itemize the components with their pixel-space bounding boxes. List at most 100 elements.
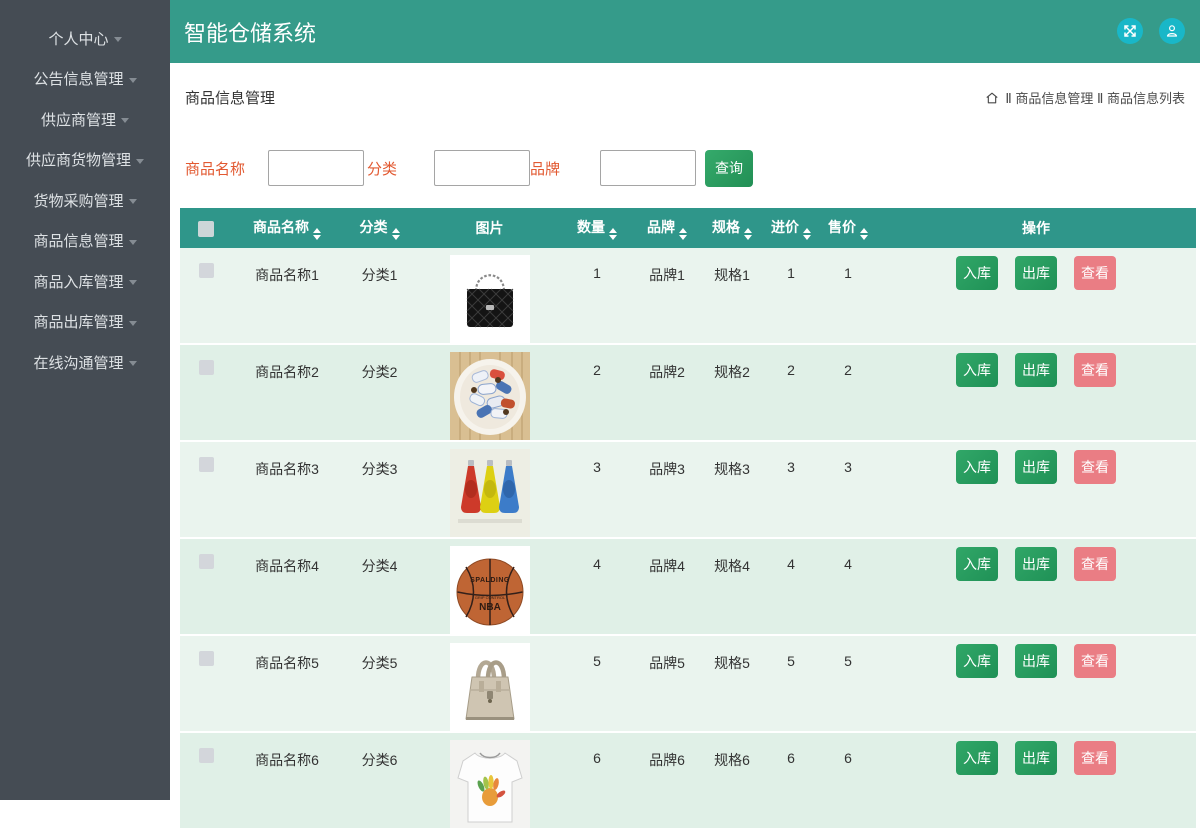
category-cell: 分类4 — [342, 539, 417, 636]
outbound-button[interactable]: 出库 — [1015, 256, 1057, 290]
user-button[interactable] — [1159, 18, 1185, 44]
sale-price-cell: 2 — [820, 345, 876, 442]
product-image — [450, 643, 530, 731]
actions-cell: 入库出库查看 — [876, 345, 1196, 387]
inbound-button[interactable]: 入库 — [956, 256, 998, 290]
search-input-3[interactable] — [600, 150, 696, 186]
column-header-分类[interactable]: 分类 — [342, 208, 417, 248]
table-row: 商品名称3 分类3 3 品牌3 规格3 3 3 入库出库查看 — [180, 442, 1196, 539]
view-button[interactable]: 查看 — [1074, 256, 1116, 290]
product-name-cell: 商品名称2 — [232, 345, 342, 442]
white-tshirt-handprint-image — [450, 740, 530, 828]
search-label: 商品名称 — [185, 158, 245, 179]
outbound-button[interactable]: 出库 — [1015, 547, 1057, 581]
view-button[interactable]: 查看 — [1074, 547, 1116, 581]
chevron-down-icon — [114, 37, 122, 42]
search-button[interactable]: 查询 — [705, 150, 753, 187]
outbound-button[interactable]: 出库 — [1015, 644, 1057, 678]
sidebar: 个人中心公告信息管理供应商管理供应商货物管理货物采购管理商品信息管理商品入库管理… — [0, 0, 170, 800]
brand-cell: 品牌6 — [632, 733, 702, 830]
product-name-cell: 商品名称1 — [232, 248, 342, 345]
view-button[interactable]: 查看 — [1074, 353, 1116, 387]
category-cell: 分类1 — [342, 248, 417, 345]
row-checkbox[interactable] — [199, 554, 214, 569]
column-header-进价[interactable]: 进价 — [762, 208, 820, 248]
breadcrumb-items: Ⅱ 商品信息管理 Ⅱ 商品信息列表 — [1005, 88, 1185, 107]
sidebar-item-label: 供应商管理 — [41, 109, 116, 130]
sidebar-item[interactable]: 公告信息管理 — [0, 59, 170, 100]
fullscreen-button[interactable] — [1117, 18, 1143, 44]
sort-icon — [860, 228, 868, 240]
purchase-price-cell: 1 — [762, 248, 820, 345]
outbound-button[interactable]: 出库 — [1015, 741, 1057, 775]
view-button[interactable]: 查看 — [1074, 644, 1116, 678]
svg-text:GRIP CONTROL: GRIP CONTROL — [474, 595, 505, 600]
sidebar-item[interactable]: 供应商货物管理 — [0, 140, 170, 181]
inbound-button[interactable]: 入库 — [956, 450, 998, 484]
three-color-bottles-image — [450, 449, 530, 537]
topbar-icons — [1117, 18, 1185, 44]
inbound-button[interactable]: 入库 — [956, 644, 998, 678]
column-header-商品名称[interactable]: 商品名称 — [232, 208, 342, 248]
actions-cell: 入库出库查看 — [876, 442, 1196, 484]
chevron-down-icon — [129, 78, 137, 83]
category-cell: 分类3 — [342, 442, 417, 539]
chevron-down-icon — [129, 240, 137, 245]
inbound-button[interactable]: 入库 — [956, 741, 998, 775]
column-header-品牌[interactable]: 品牌 — [632, 208, 702, 248]
row-checkbox[interactable] — [199, 263, 214, 278]
sidebar-item-label: 商品入库管理 — [33, 271, 123, 292]
product-image — [450, 449, 530, 537]
view-button[interactable]: 查看 — [1074, 450, 1116, 484]
sidebar-item[interactable]: 货物采购管理 — [0, 180, 170, 221]
view-button[interactable]: 查看 — [1074, 741, 1116, 775]
outbound-button[interactable]: 出库 — [1015, 353, 1057, 387]
search-input-2[interactable] — [434, 150, 530, 186]
sidebar-item-label: 供应商货物管理 — [26, 149, 131, 170]
sidebar-item-label: 公告信息管理 — [33, 68, 123, 89]
column-header-规格[interactable]: 规格 — [702, 208, 762, 248]
row-checkbox[interactable] — [199, 457, 214, 472]
sidebar-item[interactable]: 商品出库管理 — [0, 302, 170, 343]
inbound-button[interactable]: 入库 — [956, 547, 998, 581]
sidebar-item[interactable]: 商品入库管理 — [0, 261, 170, 302]
table-row: 商品名称6 分类6 6 品牌6 规格6 6 6 入库出库查看 — [180, 733, 1196, 830]
column-header-数量[interactable]: 数量 — [562, 208, 632, 248]
sidebar-item[interactable]: 在线沟通管理 — [0, 342, 170, 383]
category-cell: 分类2 — [342, 345, 417, 442]
row-checkbox[interactable] — [199, 748, 214, 763]
outbound-button[interactable]: 出库 — [1015, 450, 1057, 484]
table-row: 商品名称5 分类5 5 品牌5 规格5 5 5 入库出库查看 — [180, 636, 1196, 733]
actions-cell: 入库出库查看 — [876, 733, 1196, 775]
search-label: 品牌 — [530, 158, 560, 179]
sort-icon — [744, 228, 752, 240]
actions-cell: 入库出库查看 — [876, 248, 1196, 290]
search-input-1[interactable] — [268, 150, 364, 186]
sale-price-cell: 3 — [820, 442, 876, 539]
breadcrumb: Ⅱ 商品信息管理 Ⅱ 商品信息列表 — [985, 88, 1185, 107]
row-checkbox[interactable] — [199, 651, 214, 666]
sidebar-item-label: 商品信息管理 — [33, 230, 123, 251]
brand-cell: 品牌3 — [632, 442, 702, 539]
search-form: 商品名称分类品牌查询 — [185, 150, 753, 186]
spalding-basketball-image: SPALDING GRIP CONTROL NBA — [450, 546, 530, 634]
column-header-售价[interactable]: 售价 — [820, 208, 876, 248]
brand-cell: 品牌1 — [632, 248, 702, 345]
table-body: 商品名称1 分类1 1 品牌1 规格1 1 1 入库出库查看 商品名称2 分类2 — [180, 248, 1196, 830]
brand-cell: 品牌4 — [632, 539, 702, 636]
breadcrumb-link[interactable]: 商品信息管理 — [1015, 91, 1093, 106]
product-image — [450, 352, 530, 440]
purchase-price-cell: 2 — [762, 345, 820, 442]
home-icon[interactable] — [985, 91, 999, 105]
sidebar-item[interactable]: 供应商管理 — [0, 99, 170, 140]
inbound-button[interactable]: 入库 — [956, 353, 998, 387]
sidebar-item[interactable]: 个人中心 — [0, 18, 170, 59]
quantity-cell: 5 — [562, 636, 632, 733]
sidebar-item[interactable]: 商品信息管理 — [0, 221, 170, 262]
product-table-wrap: 商品名称分类图片数量品牌规格进价售价操作 商品名称1 分类1 1 品牌1 规格1… — [180, 208, 1196, 830]
spec-cell: 规格3 — [702, 442, 762, 539]
table-row: 商品名称4 分类4 SPALDING GRIP CONTROL NBA 4 品牌… — [180, 539, 1196, 636]
select-all-checkbox[interactable] — [198, 221, 214, 237]
breadcrumb-link[interactable]: 商品信息列表 — [1107, 91, 1185, 106]
row-checkbox[interactable] — [199, 360, 214, 375]
